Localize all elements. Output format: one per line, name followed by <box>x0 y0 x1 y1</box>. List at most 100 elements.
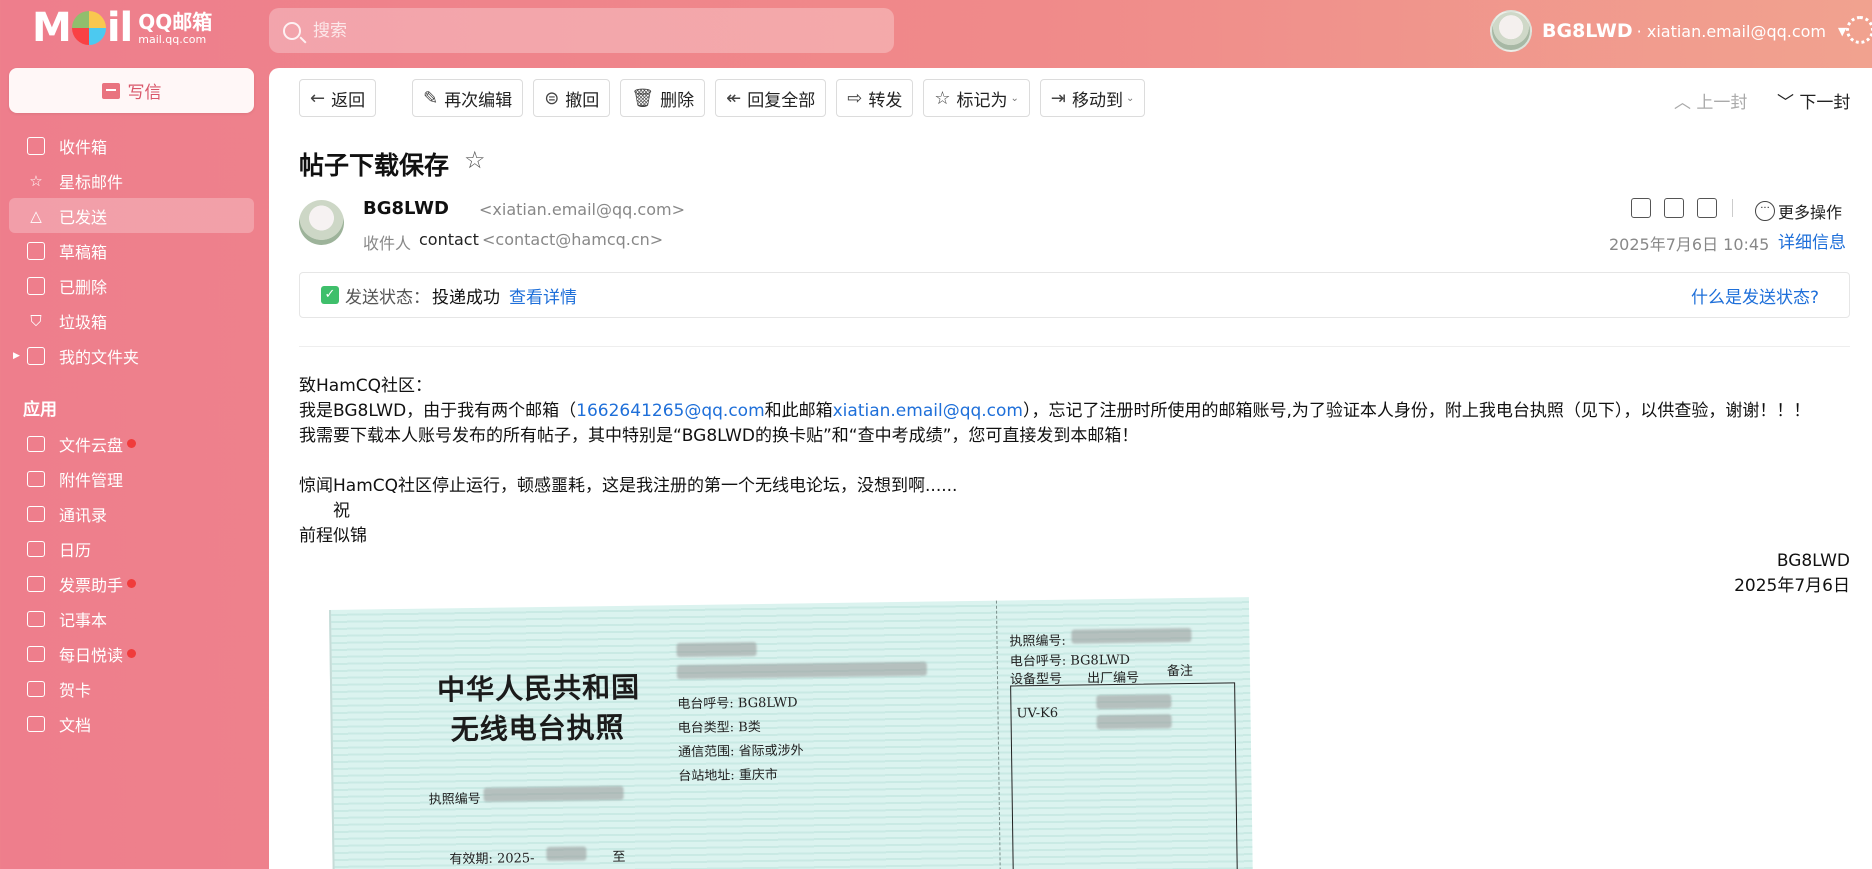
logo-text: QQ邮箱 <box>138 9 213 34</box>
sender-email: <xiatian.email@qq.com> <box>479 200 685 219</box>
sender-name[interactable]: BG8LWD <box>363 198 449 219</box>
license-field: 执照编号: <box>1009 633 1067 650</box>
open-new-window-icon[interactable] <box>1631 198 1651 218</box>
radio-license-image[interactable]: 中华人民共和国 无线电台执照 电台呼号: BG8LWD 电台类型: B类 通信范… <box>329 597 1254 869</box>
app-item-label: 每日悦读 <box>59 645 124 665</box>
reedit-button[interactable]: ✎ 再次编辑 <box>412 79 524 117</box>
app-item-label: 记事本 <box>59 610 108 630</box>
reading-icon <box>27 645 45 662</box>
email-link[interactable]: 1662641265@qq.com <box>576 401 764 421</box>
sidebar-item-sent[interactable]: △ 已发送 <box>9 198 254 233</box>
app-item-contacts[interactable]: 通讯录 <box>9 496 254 531</box>
license-field: 有效期: 2025- <box>449 851 535 868</box>
license-field: 执照编号 <box>428 791 481 808</box>
note-icon[interactable] <box>1697 198 1717 218</box>
search-box[interactable] <box>269 8 894 53</box>
star-icon[interactable]: ☆ <box>464 146 486 174</box>
body-line: 惊闻HamCQ社区停止运行，顿感噩耗，这是我注册的第一个无线电论坛，没想到啊..… <box>299 476 958 496</box>
equipment-model: UV-K6 <box>1016 705 1059 722</box>
view-status-details-link[interactable]: 查看详情 <box>509 283 577 308</box>
perforation-line <box>995 600 1002 869</box>
body-line: 我是BG8LWD，由于我有两个邮箱（1662641265@qq.com和此邮箱x… <box>299 401 1811 421</box>
mail-body: 致HamCQ社区： 我是BG8LWD，由于我有两个邮箱（1662641265@q… <box>299 374 1850 599</box>
sidebar-item-deleted[interactable]: 已删除 <box>9 268 254 303</box>
search-input[interactable] <box>313 20 873 41</box>
move-to-button[interactable]: ⇥ 移动到 ⌄ <box>1039 79 1146 117</box>
mail-toolbar: ← 返回 ✎ 再次编辑 ⊜ 撤回 🗑 删除 ↞ 回复全部 ⇨ 转发 ☆ 标记为 … <box>299 79 1146 117</box>
avatar[interactable] <box>1490 10 1532 52</box>
trash-icon <box>27 276 45 295</box>
sidebar-item-inbox[interactable]: 收件箱 <box>9 128 254 163</box>
arrow-left-icon: ← <box>310 87 326 109</box>
redacted-block <box>1071 627 1192 644</box>
invoice-icon <box>27 575 45 592</box>
body-line: 我需要下载本人账号发布的所有帖子，其中特别是“BG8LWD的换卡贴”和“查中考成… <box>299 426 1139 446</box>
sidebar-item-label: 星标邮件 <box>59 172 124 192</box>
account-menu[interactable]: BG8LWD · xiatian.email@qq.com ▼ <box>1490 10 1846 52</box>
more-actions-button[interactable]: ··· 更多操作 <box>1755 199 1842 223</box>
notification-dot <box>127 439 137 448</box>
print-icon[interactable] <box>1664 198 1684 218</box>
license-field: 电台呼号: BG8LWD <box>677 695 798 713</box>
app-item-label: 文件云盘 <box>59 435 124 455</box>
star-icon: ☆ <box>29 171 43 190</box>
recipient-name[interactable]: contact <box>419 230 479 249</box>
mail-subject: 帖子下载保存 <box>299 151 450 180</box>
app-item-greeting-card[interactable]: 贺卡 <box>9 671 254 706</box>
app-item-docs[interactable]: 文档 <box>9 706 254 741</box>
gear-icon[interactable] <box>1846 16 1872 44</box>
chevron-down-icon: ⌄ <box>1010 92 1019 104</box>
chevron-right-icon[interactable]: ▶ <box>13 351 20 361</box>
app-item-attachments[interactable]: 附件管理 <box>9 461 254 496</box>
apps-section-title: 应用 <box>23 400 57 420</box>
next-mail-button[interactable]: ﹀ 下一封 <box>1777 88 1850 113</box>
sidebar-item-starred[interactable]: ☆ 星标邮件 <box>9 163 254 198</box>
app-item-calendar[interactable]: 日历 <box>9 531 254 566</box>
sidebar-item-label: 已发送 <box>59 207 108 227</box>
mail-date: 2025年7月6日 10:45 <box>1609 235 1770 254</box>
apps-list: 文件云盘 附件管理 通讯录 日历 发票助手 记事本 每日悦读 贺卡 文档 <box>9 426 254 741</box>
app-item-invoice[interactable]: 发票助手 <box>9 566 254 601</box>
app-item-daily-reading[interactable]: 每日悦读 <box>9 636 254 671</box>
divider <box>299 346 1850 347</box>
mail-reader: ← 返回 ✎ 再次编辑 ⊜ 撤回 🗑 删除 ↞ 回复全部 ⇨ 转发 ☆ 标记为 … <box>269 68 1872 869</box>
sidebar-item-my-folders[interactable]: ▶ 我的文件夹 <box>9 338 254 373</box>
sender-avatar[interactable] <box>299 200 344 245</box>
app-item-label: 附件管理 <box>59 470 124 490</box>
notepad-icon <box>27 610 45 627</box>
trash-icon: 🗑 <box>631 87 655 109</box>
star-icon: ☆ <box>934 87 951 109</box>
sidebar-nav: 收件箱 ☆ 星标邮件 △ 已发送 草稿箱 已删除 ⛉ 垃圾箱 ▶ 我的文件夹 <box>9 128 254 373</box>
sidebar-item-label: 已删除 <box>59 277 108 297</box>
sidebar-item-label: 我的文件夹 <box>59 347 140 367</box>
search-icon <box>283 21 301 40</box>
reply-all-button[interactable]: ↞ 回复全部 <box>715 79 827 117</box>
sidebar-item-drafts[interactable]: 草稿箱 <box>9 233 254 268</box>
mark-as-button[interactable]: ☆ 标记为 ⌄ <box>923 79 1030 117</box>
sidebar-item-spam[interactable]: ⛉ 垃圾箱 <box>9 303 254 338</box>
redacted-block <box>1096 714 1172 730</box>
delete-button[interactable]: 🗑 删除 <box>620 79 706 117</box>
recall-button[interactable]: ⊜ 撤回 <box>533 79 611 117</box>
license-field: 电台类型: B类 <box>677 719 761 737</box>
forward-button[interactable]: ⇨ 转发 <box>836 79 914 117</box>
app-item-notepad[interactable]: 记事本 <box>9 601 254 636</box>
email-link[interactable]: xiatian.email@qq.com <box>833 401 1023 421</box>
prev-mail-button[interactable]: ︿ 上一封 <box>1674 88 1747 113</box>
compose-button[interactable]: 写信 <box>9 68 254 113</box>
app-item-cloud-drive[interactable]: 文件云盘 <box>9 426 254 461</box>
redacted-block <box>1096 694 1172 710</box>
notification-dot <box>127 579 137 588</box>
spam-icon: ⛉ <box>30 311 42 330</box>
mail-action-icons <box>1631 198 1735 218</box>
sidebar-item-label: 草稿箱 <box>59 242 108 262</box>
compose-label: 写信 <box>127 83 162 103</box>
status-help-link[interactable]: 什么是发送状态? <box>1691 283 1819 308</box>
qq-mail-logo[interactable]: Mil QQ邮箱 mail.qq.com <box>32 8 212 48</box>
body-line: 前程似锦 <box>299 526 367 546</box>
back-button[interactable]: ← 返回 <box>299 79 377 117</box>
license-field: 至 <box>612 849 626 866</box>
details-link[interactable]: 详细信息 <box>1778 228 1846 253</box>
license-field: 备注 <box>1166 663 1194 680</box>
redacted-block <box>676 642 757 658</box>
